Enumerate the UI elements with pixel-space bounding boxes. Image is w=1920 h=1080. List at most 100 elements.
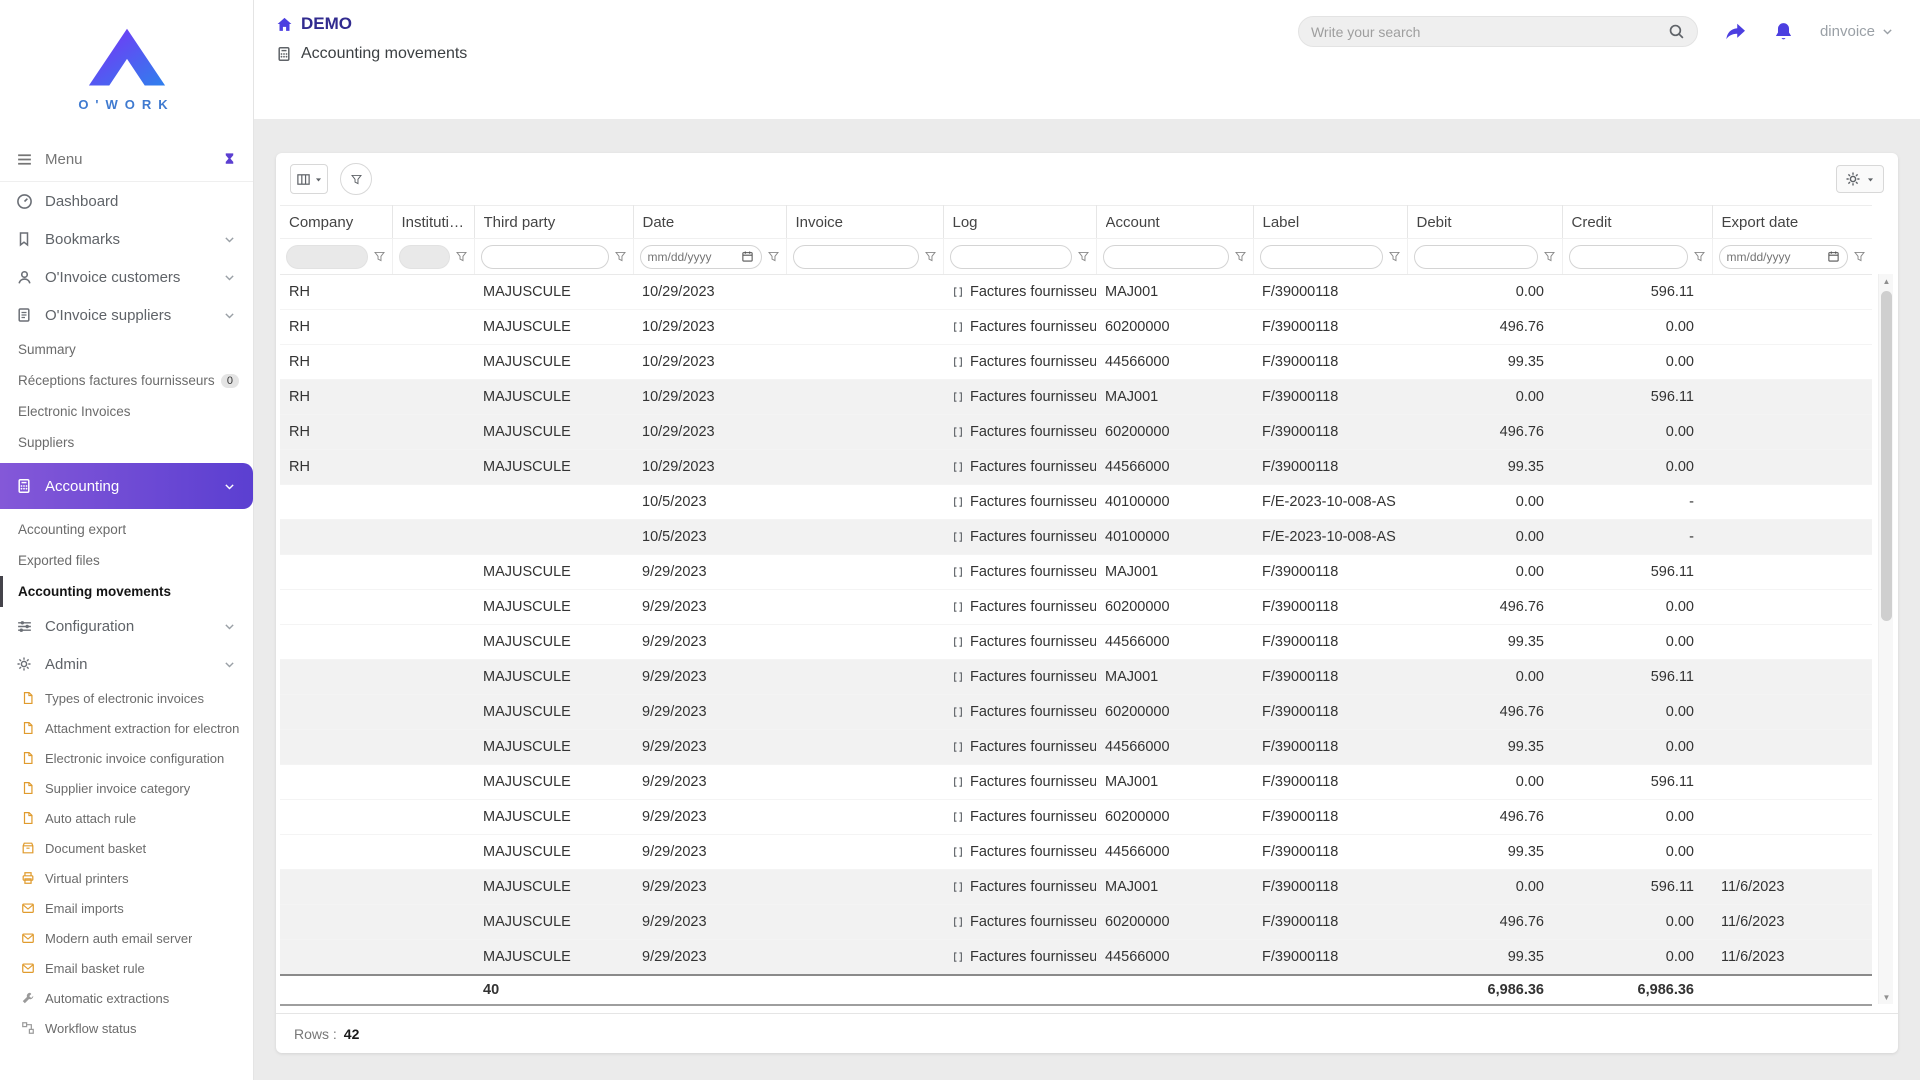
table-row[interactable]: RH MAJUSCULE 10/29/2023 Factures fournisseu… — [280, 274, 1872, 310]
cell-institution — [392, 764, 474, 800]
filter-funnel-icon[interactable] — [1693, 250, 1706, 263]
hamburger-icon[interactable] — [16, 151, 33, 168]
sidebar-subitem-electronic-invoice-configuration[interactable]: Electronic invoice configuration — [0, 743, 253, 773]
filter-invoice-input[interactable] — [792, 244, 919, 269]
app-title[interactable]: DEMO — [276, 14, 467, 34]
sidebar-subitem-workflow-status[interactable]: Workflow status — [0, 1013, 253, 1043]
sidebar-subitem-automatic-extractions[interactable]: Automatic extractions — [0, 983, 253, 1013]
col-header-invoice[interactable]: Invoice — [786, 205, 944, 239]
table-row[interactable]: MAJUSCULE 9/29/2023 Factures fournisseurs 4… — [280, 624, 1872, 660]
pin-sidebar-icon[interactable] — [222, 152, 237, 167]
filter-toggle-button[interactable] — [340, 163, 372, 195]
search-input[interactable] — [1310, 23, 1660, 40]
filter-funnel-icon[interactable] — [1234, 250, 1247, 263]
filter-funnel-icon[interactable] — [767, 250, 780, 263]
table-row[interactable]: RH MAJUSCULE 10/29/2023 Factures fournisseu… — [280, 414, 1872, 450]
table-row[interactable]: MAJUSCULE 9/29/2023 Factures fournisseurs 4… — [280, 729, 1872, 765]
filter-credit-input[interactable] — [1568, 244, 1688, 269]
scroll-down-arrow[interactable]: ▼ — [1879, 990, 1894, 1004]
sidebar-subitem-r-ceptions-factures-fournisseurs[interactable]: Réceptions factures fournisseurs 0 — [0, 365, 253, 396]
col-header-log[interactable]: Log — [943, 205, 1097, 239]
column-chooser-button[interactable] — [290, 164, 328, 194]
app-logo[interactable]: O'WORK — [0, 0, 253, 138]
sidebar-subitem-exported-files[interactable]: Exported files — [0, 545, 253, 576]
filter-account-input[interactable] — [1102, 244, 1229, 269]
filter-funnel-icon[interactable] — [1543, 250, 1556, 263]
search-box[interactable] — [1297, 16, 1698, 47]
table-settings-button[interactable] — [1836, 165, 1884, 193]
table-row[interactable]: MAJUSCULE 9/29/2023 Factures fournisseurs 6… — [280, 904, 1872, 940]
sidebar-subitem-modern-auth-email-server[interactable]: Modern auth email server — [0, 923, 253, 953]
table-row[interactable]: MAJUSCULE 9/29/2023 Factures fournisseurs 6… — [280, 799, 1872, 835]
filter-log-input[interactable] — [949, 244, 1072, 269]
cell-debit: 496.76 — [1407, 799, 1562, 835]
sidebar-subitem-document-basket[interactable]: Document basket — [0, 833, 253, 863]
sidebar-subitem-virtual-printers[interactable]: Virtual printers — [0, 863, 253, 893]
filter-debit-input[interactable] — [1413, 244, 1538, 269]
sidebar-item-configuration[interactable]: Configuration — [0, 607, 253, 645]
sidebar-item-o-invoice-customers[interactable]: O'Invoice customers — [0, 258, 253, 296]
table-row[interactable]: MAJUSCULE 9/29/2023 Factures fournisseurs 6… — [280, 694, 1872, 730]
sidebar-item-accounting[interactable]: Accounting — [0, 463, 253, 509]
col-header-credit[interactable]: Credit — [1562, 205, 1713, 239]
sidebar-subitem-suppliers[interactable]: Suppliers — [0, 427, 253, 458]
table-row[interactable]: 10/5/2023 Factures fournisseurs 40100000 F/… — [280, 519, 1872, 555]
table-row[interactable]: RH MAJUSCULE 10/29/2023 Factures fournisseu… — [280, 449, 1872, 485]
sidebar-subitem-types-of-electronic-invoices[interactable]: Types of electronic invoices — [0, 683, 253, 713]
col-header-date[interactable]: Date — [633, 205, 787, 239]
col-header-label[interactable]: Label — [1253, 205, 1408, 239]
filter-funnel-icon[interactable] — [924, 250, 937, 263]
filter-label-input[interactable] — [1259, 244, 1383, 269]
filter-funnel-icon[interactable] — [614, 250, 627, 263]
filter-date-date-input[interactable]: mm/dd/yyyy — [639, 244, 762, 269]
filter-third_party-input[interactable] — [480, 244, 609, 269]
sidebar-subitem-accounting-movements[interactable]: Accounting movements — [0, 576, 253, 607]
sidebar-subitem-email-imports[interactable]: Email imports — [0, 893, 253, 923]
table-row[interactable]: RH MAJUSCULE 10/29/2023 Factures fournisseu… — [280, 379, 1872, 415]
table-row[interactable]: MAJUSCULE 9/29/2023 Factures fournisseurs M… — [280, 869, 1872, 905]
vertical-scrollbar[interactable]: ▲ ▼ — [1878, 274, 1893, 1004]
cell-invoice — [786, 624, 943, 660]
table-row[interactable]: MAJUSCULE 9/29/2023 Factures fournisseurs M… — [280, 659, 1872, 695]
sidebar-item-o-invoice-suppliers[interactable]: O'Invoice suppliers — [0, 296, 253, 334]
search-icon[interactable] — [1668, 23, 1685, 40]
table-row[interactable]: RH MAJUSCULE 10/29/2023 Factures fournisseu… — [280, 344, 1872, 380]
sidebar-subitem-supplier-invoice-category[interactable]: Supplier invoice category — [0, 773, 253, 803]
col-header-third_party[interactable]: Third party — [474, 205, 634, 239]
col-header-institution[interactable]: Institution — [392, 205, 475, 239]
col-header-account[interactable]: Account — [1096, 205, 1254, 239]
table-row[interactable]: MAJUSCULE 9/29/2023 Factures fournisseurs M… — [280, 554, 1872, 590]
cell-export_date — [1712, 274, 1872, 310]
filter-funnel-icon[interactable] — [373, 250, 386, 263]
sidebar-subitem-accounting-export[interactable]: Accounting export — [0, 514, 253, 545]
notifications-button[interactable] — [1773, 21, 1794, 42]
filter-funnel-icon[interactable] — [1077, 250, 1090, 263]
filter-funnel-icon[interactable] — [1853, 250, 1866, 263]
sidebar-subitem-email-basket-rule[interactable]: Email basket rule — [0, 953, 253, 983]
filter-funnel-icon[interactable] — [455, 250, 468, 263]
col-header-debit[interactable]: Debit — [1407, 205, 1563, 239]
sidebar-subitem-electronic-invoices[interactable]: Electronic Invoices — [0, 396, 253, 427]
table-row[interactable]: MAJUSCULE 9/29/2023 Factures fournisseurs 4… — [280, 939, 1872, 975]
sidebar-item-dashboard[interactable]: Dashboard — [0, 182, 253, 220]
table-row[interactable]: 10/5/2023 Factures fournisseurs 40100000 F/… — [280, 484, 1872, 520]
table-row[interactable]: MAJUSCULE 9/29/2023 Factures fournisseurs M… — [280, 764, 1872, 800]
col-header-company[interactable]: Company — [280, 205, 393, 239]
sidebar-subitem-auto-attach-rule[interactable]: Auto attach rule — [0, 803, 253, 833]
user-menu[interactable]: dinvoice — [1820, 23, 1894, 40]
cell-company — [280, 554, 392, 590]
filter-funnel-icon[interactable] — [1388, 250, 1401, 263]
share-button[interactable] — [1724, 20, 1747, 43]
col-header-export_date[interactable]: Export date — [1712, 205, 1872, 239]
table-row[interactable]: RH MAJUSCULE 10/29/2023 Factures fournisseu… — [280, 309, 1872, 345]
sidebar-item-admin[interactable]: Admin — [0, 645, 253, 683]
scrollbar-thumb[interactable] — [1881, 291, 1892, 621]
filter-export_date-date-input[interactable]: mm/dd/yyyy — [1718, 244, 1848, 269]
cell-date: 10/29/2023 — [633, 344, 786, 380]
sidebar-subitem-summary[interactable]: Summary — [0, 334, 253, 365]
table-row[interactable]: MAJUSCULE 9/29/2023 Factures fournisseurs 6… — [280, 589, 1872, 625]
sidebar-subitem-attachment-extraction-for-electronic-invoices[interactable]: Attachment extraction for electronic inv… — [0, 713, 253, 743]
table-row[interactable]: MAJUSCULE 9/29/2023 Factures fournisseurs 4… — [280, 834, 1872, 870]
sidebar-item-bookmarks[interactable]: Bookmarks — [0, 220, 253, 258]
scroll-up-arrow[interactable]: ▲ — [1879, 274, 1894, 288]
